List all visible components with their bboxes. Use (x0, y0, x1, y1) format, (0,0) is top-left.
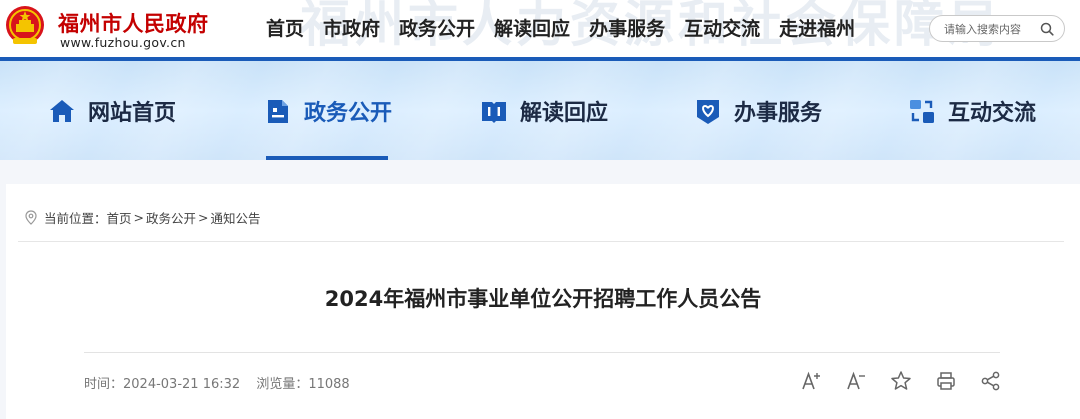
top-nav-about-fuzhou[interactable]: 走进福州 (779, 14, 855, 41)
font-increase-icon (802, 371, 820, 390)
main-nav-label: 办事服务 (734, 100, 823, 126)
site-url[interactable]: www.fuzhou.gov.cn (60, 35, 186, 50)
main-nav-label: 互动交流 (948, 100, 1037, 126)
main-nav-item-services[interactable]: 办事服务 (694, 61, 822, 160)
breadcrumb-notices[interactable]: 通知公告 (211, 208, 261, 227)
article-card: 当前位置： 首页 > 政务公开 > 通知公告 2024年福州市事业单位公开招聘工… (6, 184, 1080, 419)
title-divider (84, 352, 1000, 353)
main-nav: 网站首页 政务公开 解读回应 办事服务 互动交流 (0, 61, 1080, 160)
font-increase-button[interactable] (800, 370, 822, 392)
main-nav-item-interaction[interactable]: 互动交流 (908, 61, 1036, 160)
main-nav-item-government-affairs[interactable]: 政务公开 (264, 61, 392, 160)
location-pin-icon (25, 210, 37, 225)
view-count-label: 浏览量： (256, 377, 309, 392)
view-count: 浏览量：11088 (256, 377, 349, 392)
top-nav: 首页 市政府 政务公开 解读回应 办事服务 互动交流 走进福州 (266, 14, 855, 41)
breadcrumb-separator: > (133, 210, 145, 225)
top-nav-home[interactable]: 首页 (266, 14, 304, 41)
publish-time: 时间：2024-03-21 16:32 (84, 377, 240, 392)
page: 福州市人力资源和社会保障局 福州市人民政府 www.fuzhou.gov.cn … (0, 0, 1080, 419)
printer-icon (937, 372, 955, 390)
print-button[interactable] (935, 370, 957, 392)
top-nav-interpretation[interactable]: 解读回应 (494, 14, 570, 41)
search-box (929, 15, 1065, 42)
main-nav-label: 网站首页 (88, 100, 177, 126)
view-count-value: 11088 (308, 377, 350, 392)
home-icon (50, 99, 74, 122)
publish-time-label: 时间： (84, 377, 124, 392)
breadcrumb-prefix: 当前位置： (44, 211, 107, 226)
top-header: 福州市人力资源和社会保障局 福州市人民政府 www.fuzhou.gov.cn … (0, 0, 1080, 58)
article-tools (800, 370, 1002, 392)
top-nav-services[interactable]: 办事服务 (589, 14, 665, 41)
share-icon (981, 371, 1000, 391)
heart-shield-icon (697, 99, 719, 124)
breadcrumb-home[interactable]: 首页 (107, 208, 132, 227)
breadcrumb-divider (18, 241, 1064, 242)
top-nav-city-government[interactable]: 市政府 (323, 14, 380, 41)
article-meta: 时间：2024-03-21 16:32 浏览量：11088 (84, 373, 362, 392)
search-input[interactable] (944, 20, 1040, 38)
book-icon (482, 101, 506, 123)
top-nav-government-affairs[interactable]: 政务公开 (399, 14, 475, 41)
document-icon (268, 99, 288, 123)
breadcrumb: 当前位置： 首页 > 政务公开 > 通知公告 (24, 208, 261, 227)
search-icon[interactable] (1040, 22, 1054, 36)
exchange-icon (910, 99, 934, 123)
main-nav-item-home[interactable]: 网站首页 (48, 61, 176, 160)
star-icon (891, 371, 911, 390)
main-nav-item-interpretation[interactable]: 解读回应 (480, 61, 608, 160)
main-nav-label: 解读回应 (520, 100, 609, 126)
publish-time-value: 2024-03-21 16:32 (123, 377, 241, 392)
breadcrumb-government-affairs[interactable]: 政务公开 (146, 208, 196, 227)
font-decrease-button[interactable] (845, 370, 867, 392)
favorite-button[interactable] (890, 370, 912, 392)
main-nav-label: 政务公开 (304, 100, 393, 126)
article-title: 2024年福州市事业单位公开招聘工作人员公告 (324, 287, 762, 311)
top-nav-interaction[interactable]: 互动交流 (684, 14, 760, 41)
active-tab-indicator (266, 156, 388, 160)
font-decrease-icon (847, 371, 865, 390)
national-emblem-icon[interactable] (4, 4, 46, 48)
share-button[interactable] (980, 370, 1002, 392)
breadcrumb-separator: > (198, 210, 209, 225)
site-name[interactable]: 福州市人民政府 (58, 8, 209, 38)
